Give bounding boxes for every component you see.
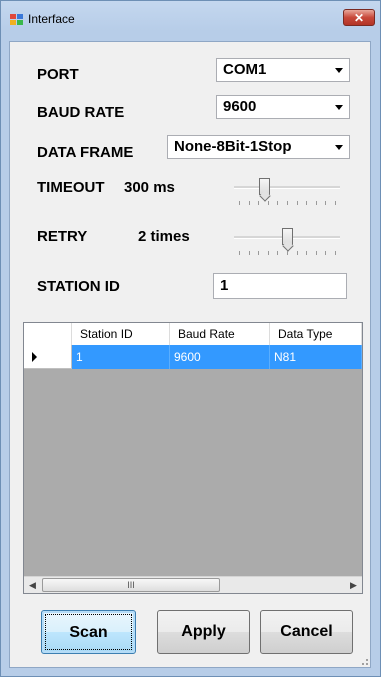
- client-area: PORT COM1 BAUD RATE 9600 DATA FRAME None…: [9, 41, 371, 668]
- station-id-label: STATION ID: [37, 278, 120, 295]
- grid-corner: [24, 323, 72, 345]
- slider-tick: [306, 201, 308, 205]
- slider-tick: [315, 251, 317, 255]
- slider-tick: [335, 251, 336, 255]
- table-row[interactable]: 1 9600 N81: [24, 345, 362, 369]
- scrollbar-thumb[interactable]: III: [42, 578, 220, 592]
- slider-thumb[interactable]: [281, 228, 293, 245]
- slider-tick: [325, 201, 327, 205]
- title-bar[interactable]: Interface ✕: [1, 1, 380, 41]
- slider-tick: [306, 251, 308, 255]
- retry-label: RETRY: [37, 228, 88, 245]
- slider-tick: [267, 201, 269, 205]
- scroll-left-icon[interactable]: ◀: [24, 577, 41, 593]
- station-id-input[interactable]: 1: [213, 273, 347, 299]
- scroll-right-icon[interactable]: ▶: [345, 577, 362, 593]
- slider-tick: [287, 251, 288, 255]
- slider-tick: [248, 251, 250, 255]
- row-pointer-icon: [32, 352, 37, 362]
- slider-tick: [325, 251, 327, 255]
- baud-rate-value: 9600: [223, 98, 257, 115]
- cell-baud-rate[interactable]: 9600: [170, 345, 270, 369]
- chevron-down-icon: [335, 145, 343, 150]
- slider-tick: [315, 201, 317, 205]
- baud-rate-combo[interactable]: 9600: [216, 95, 350, 119]
- slider-tick: [277, 201, 279, 205]
- scan-button[interactable]: Scan: [41, 610, 136, 654]
- slider-thumb[interactable]: [258, 178, 270, 195]
- timeout-label: TIMEOUT: [37, 179, 105, 196]
- slider-tick: [267, 251, 269, 255]
- port-value: COM1: [223, 61, 267, 78]
- slider-tick: [258, 251, 260, 255]
- station-id-value: 1: [220, 277, 229, 294]
- data-frame-label: DATA FRAME: [37, 144, 134, 161]
- slider-tick: [239, 251, 240, 255]
- cell-station-id[interactable]: 1: [72, 345, 170, 369]
- column-header-data-type[interactable]: Data Type: [270, 323, 362, 345]
- slider-tick: [258, 201, 260, 205]
- close-button[interactable]: ✕: [343, 9, 375, 26]
- column-header-station-id[interactable]: Station ID: [72, 323, 170, 345]
- slider-track: [234, 186, 340, 189]
- chevron-down-icon: [335, 105, 343, 110]
- station-grid[interactable]: Station ID Baud Rate Data Type 1 9600 N8…: [23, 322, 363, 594]
- resize-grip-icon[interactable]: [358, 655, 368, 665]
- slider-tick: [335, 201, 336, 205]
- grid-header: Station ID Baud Rate Data Type: [24, 323, 362, 346]
- timeout-value: 300 ms: [124, 179, 175, 196]
- slider-tick: [287, 201, 288, 205]
- row-header[interactable]: [24, 345, 72, 369]
- timeout-slider[interactable]: [232, 176, 342, 206]
- slider-tick: [296, 251, 298, 255]
- scan-button-label: Scan: [45, 614, 132, 650]
- retry-value: 2 times: [138, 228, 190, 245]
- app-icon: [10, 14, 23, 25]
- column-header-baud-rate[interactable]: Baud Rate: [170, 323, 270, 345]
- slider-tick: [239, 201, 240, 205]
- retry-slider[interactable]: [232, 226, 342, 256]
- chevron-down-icon: [335, 68, 343, 73]
- baud-rate-label: BAUD RATE: [37, 104, 125, 121]
- port-label: PORT: [37, 66, 79, 83]
- apply-button[interactable]: Apply: [157, 610, 250, 654]
- cancel-button[interactable]: Cancel: [260, 610, 353, 654]
- slider-tick: [277, 251, 279, 255]
- horizontal-scrollbar[interactable]: ◀ III ▶: [24, 576, 362, 593]
- data-frame-combo[interactable]: None-8Bit-1Stop: [167, 135, 350, 159]
- data-frame-value: None-8Bit-1Stop: [174, 138, 292, 155]
- slider-tick: [248, 201, 250, 205]
- slider-tick: [296, 201, 298, 205]
- cell-data-type[interactable]: N81: [270, 345, 362, 369]
- port-combo[interactable]: COM1: [216, 58, 350, 82]
- interface-window: Interface ✕ PORT COM1 BAUD RATE 9600 DAT…: [0, 0, 381, 677]
- window-title: Interface: [28, 12, 75, 26]
